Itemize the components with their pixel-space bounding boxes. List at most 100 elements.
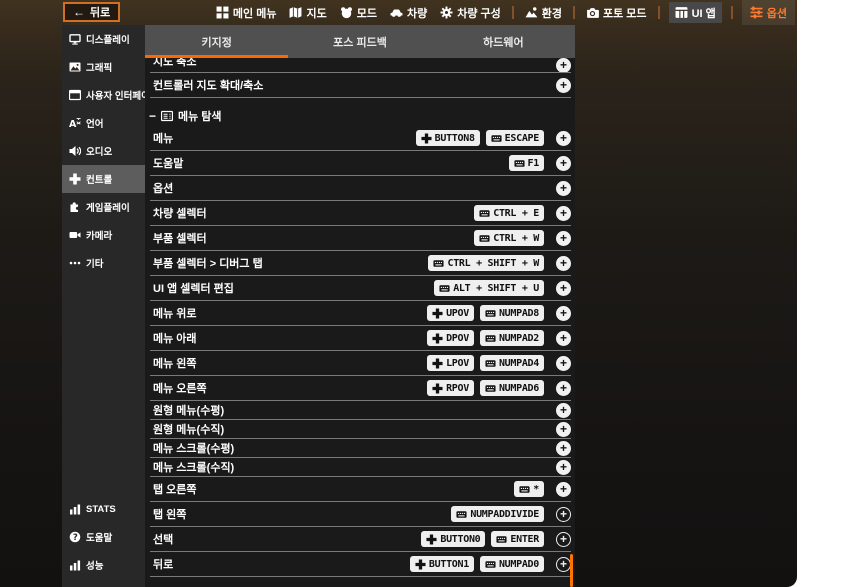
keybind-badge[interactable]: BUTTON0 [421, 531, 485, 547]
binding-row[interactable]: 차량 셀렉터CTRL + E+ [150, 201, 571, 226]
binding-row[interactable]: 원형 메뉴(수평)+ [150, 401, 571, 420]
keybind-badge[interactable]: NUMPADDIVIDE [451, 506, 544, 522]
add-binding-button[interactable]: + [556, 78, 571, 93]
sidebar-item-help[interactable]: ?도움말 [62, 523, 145, 551]
binding-row[interactable]: 뒤로BUTTON1NUMPAD0+ [150, 552, 571, 577]
binding-row[interactable]: 컨트롤러 지도 확대/축소+ [150, 73, 571, 98]
binding-row[interactable]: 탭 왼쪽NUMPADDIVIDE+ [150, 502, 571, 527]
add-binding-button[interactable]: + [556, 181, 571, 196]
binding-row[interactable]: 옵션+ [150, 176, 571, 201]
add-binding-button[interactable]: + [556, 532, 571, 547]
keybind-badge[interactable]: ALT + SHIFT + U [434, 280, 544, 296]
topbar-item-vehicles[interactable]: 차량 [388, 0, 429, 25]
keybind-badge[interactable]: DPOV [427, 330, 474, 346]
topbar-item-photo-mode[interactable]: 포토 모드 [584, 0, 649, 25]
add-binding-button[interactable]: + [556, 156, 571, 171]
add-binding-button[interactable]: + [556, 403, 571, 418]
tab-hardware[interactable]: 하드웨어 [432, 25, 575, 58]
sidebar-item-stats[interactable]: STATS [62, 495, 145, 523]
keyboard-icon [485, 383, 496, 394]
topbar-item-mods[interactable]: 모드 [338, 0, 379, 25]
keybind-badge[interactable]: NUMPAD4 [480, 355, 544, 371]
add-binding-button[interactable]: + [556, 422, 571, 437]
add-binding-button[interactable]: + [556, 306, 571, 321]
add-binding-button[interactable]: + [556, 557, 571, 572]
topbar-item-main-menu[interactable]: 메인 메뉴 [214, 0, 279, 25]
binding-row[interactable]: 메뉴 왼쪽LPOVNUMPAD4+ [150, 351, 571, 376]
keybind-badge[interactable]: CTRL + W [474, 230, 544, 246]
keybind-badge[interactable]: BUTTON8 [416, 130, 480, 146]
binding-section-header[interactable]: −메뉴 탐색 [145, 106, 575, 126]
sidebar-item-camera[interactable]: 카메라 [62, 221, 145, 249]
sidebar-item-user-interface[interactable]: 사용자 인터페이스 [62, 81, 145, 109]
sidebar-item-language[interactable]: A언어 [62, 109, 145, 137]
dpad-icon [415, 559, 426, 570]
binding-row[interactable]: 지도 축소+ [150, 58, 571, 73]
topbar-divider [731, 6, 733, 19]
sidebar-item-audio[interactable]: 오디오 [62, 137, 145, 165]
add-binding-button[interactable]: + [556, 281, 571, 296]
binding-label: 메뉴 아래 [153, 330, 427, 346]
add-binding-button[interactable]: + [556, 460, 571, 475]
tab-force-feedback[interactable]: 포스 피드백 [288, 25, 431, 58]
sidebar-item-graphics[interactable]: 그래픽 [62, 53, 145, 81]
image-icon [69, 61, 81, 73]
keybind-key: BUTTON0 [440, 534, 480, 545]
sidebar-item-controls[interactable]: 컨트롤 [62, 165, 145, 193]
keybind-badge[interactable]: CTRL + SHIFT + W [428, 255, 544, 271]
sidebar-item-performance[interactable]: 성능 [62, 551, 145, 579]
keybind-badge[interactable]: RPOV [427, 380, 474, 396]
tab-keybindings[interactable]: 키지정 [145, 25, 288, 58]
binding-row[interactable]: 선택BUTTON0ENTER+ [150, 527, 571, 552]
add-binding-button[interactable]: + [556, 356, 571, 371]
add-binding-button[interactable]: + [556, 507, 571, 522]
topbar-item-ui-apps[interactable]: UI 앱 [669, 2, 722, 23]
keybind-badge[interactable]: NUMPAD0 [480, 556, 544, 572]
sidebar-item-gameplay[interactable]: 게임플레이 [62, 193, 145, 221]
keybind-badges: CTRL + E [474, 205, 544, 221]
keybind-badge[interactable]: UPOV [427, 305, 474, 321]
add-binding-button[interactable]: + [556, 441, 571, 456]
keybind-badge[interactable]: CTRL + E [474, 205, 544, 221]
add-binding-button[interactable]: + [556, 231, 571, 246]
binding-row[interactable]: 메뉴 오른쪽RPOVNUMPAD6+ [150, 376, 571, 401]
keybind-badge[interactable]: BUTTON1 [410, 556, 474, 572]
binding-row[interactable]: 메뉴 스크롤(수평)+ [150, 439, 571, 458]
topbar-item-vehicle-config[interactable]: 차량 구성 [438, 0, 503, 25]
add-binding-button[interactable]: + [556, 482, 571, 497]
add-binding-button[interactable]: + [556, 206, 571, 221]
binding-label: 도움말 [153, 155, 509, 171]
keybind-badge[interactable]: NUMPAD6 [480, 380, 544, 396]
binding-row[interactable]: 메뉴BUTTON8ESCAPE+ [150, 126, 571, 151]
binding-row[interactable]: 메뉴 아래DPOV NUMPAD2 + [150, 326, 571, 351]
keybind-badge[interactable]: NUMPAD8 [480, 305, 544, 321]
binding-row[interactable]: 메뉴 위로UPOVNUMPAD8+ [150, 301, 571, 326]
topbar-item-environment[interactable]: 환경 [523, 0, 564, 25]
sidebar-item-display[interactable]: 디스플레이 [62, 25, 145, 53]
keybind-badge[interactable]: ESCAPE [486, 130, 544, 146]
binding-row[interactable]: 부품 셀렉터CTRL + W+ [150, 226, 571, 251]
keybind-badge[interactable]: LPOV [427, 355, 474, 371]
keybind-badge[interactable]: NUMPAD2 [480, 330, 544, 346]
sidebar-item-misc[interactable]: 기타 [62, 249, 145, 277]
add-binding-button[interactable]: + [556, 256, 571, 271]
back-button[interactable]: ← 뒤로 [63, 2, 120, 22]
binding-row[interactable]: UI 앱 셀렉터 편집ALT + SHIFT + U+ [150, 276, 571, 301]
binding-row[interactable]: 탭 오른쪽*+ [150, 477, 571, 502]
keyboard-icon [485, 333, 496, 344]
tab-label: 포스 피드백 [333, 34, 387, 50]
add-binding-button[interactable]: + [556, 131, 571, 146]
keybind-badge[interactable]: F1 [509, 155, 544, 171]
add-binding-button[interactable]: + [556, 58, 571, 73]
keybind-badge[interactable]: * [514, 481, 544, 497]
binding-row[interactable]: 부품 셀렉터 > 디버그 탭CTRL + SHIFT + W+ [150, 251, 571, 276]
add-binding-button[interactable]: + [556, 381, 571, 396]
keybind-badge[interactable]: ENTER [491, 531, 544, 547]
binding-row[interactable]: 원형 메뉴(수직)+ [150, 420, 571, 439]
add-binding-button[interactable]: + [556, 331, 571, 346]
topbar-item-options[interactable]: 옵션 [742, 0, 795, 25]
binding-row[interactable]: 메뉴 스크롤(수직)+ [150, 458, 571, 477]
binding-row[interactable]: 도움말F1 + [150, 151, 571, 176]
topbar-item-map[interactable]: 지도 [287, 0, 328, 25]
scrollbar-thumb[interactable] [570, 554, 573, 587]
